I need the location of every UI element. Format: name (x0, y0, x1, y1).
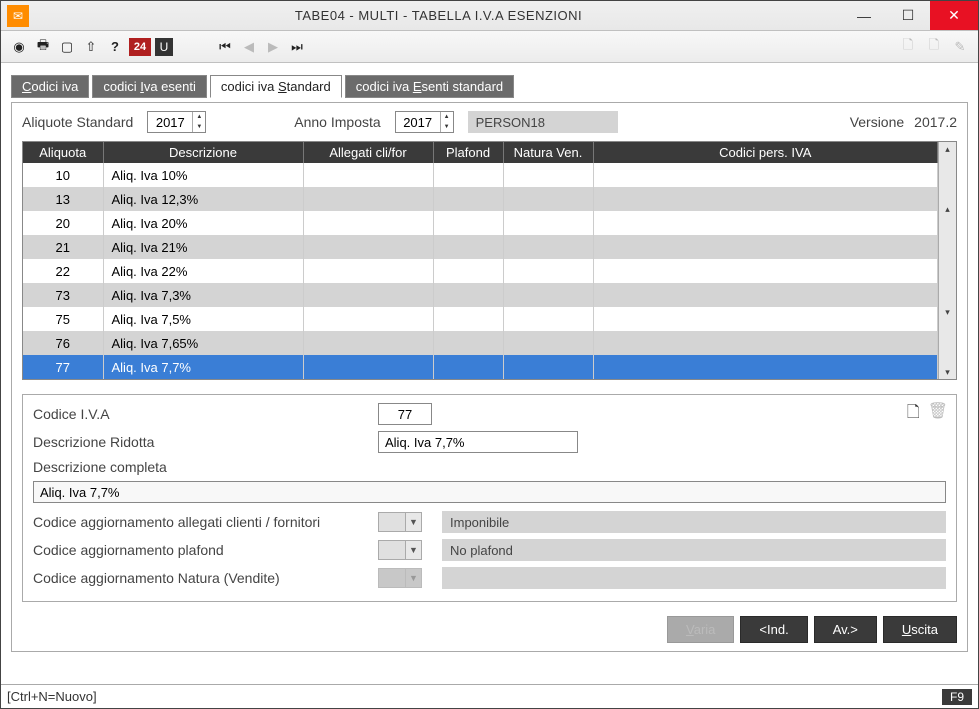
doc2-icon: 🗋 (924, 37, 944, 57)
tab-codici-iva-esenti[interactable]: codici Iva esenti (92, 75, 207, 98)
combo-natura: ▼ (378, 568, 422, 588)
col-allegati[interactable]: Allegati cli/for (303, 142, 433, 163)
plafond-result: No plafond (442, 539, 946, 561)
prev-record-icon[interactable]: ◀ (239, 37, 259, 57)
year-std-input[interactable] (148, 112, 192, 132)
chevron-down-icon[interactable]: ▼ (193, 122, 205, 132)
table-row[interactable]: 76Aliq. Iva 7,65% (23, 331, 938, 355)
label-descr-completa: Descrizione completa (33, 459, 167, 475)
iva-grid[interactable]: Aliquota Descrizione Allegati cli/for Pl… (23, 142, 938, 379)
doc1-icon: 🗋 (898, 37, 918, 57)
av-button[interactable]: Av.> (814, 616, 877, 643)
varia-button: Varia (667, 616, 734, 643)
folder-icon[interactable]: ▢ (57, 37, 77, 57)
person-field: PERSON18 (468, 111, 618, 133)
minimize-button[interactable]: — (842, 1, 886, 30)
uscita-button[interactable]: Uscita (883, 616, 957, 643)
scroll-up-icon[interactable]: ▴ (945, 204, 950, 214)
first-record-icon[interactable]: ⏮ (215, 37, 235, 57)
grid-side-scroll[interactable]: ▴ ▴ ▾ ▾ (938, 142, 956, 379)
edit-icon: ✎ (950, 37, 970, 57)
label-anno-imposta: Anno Imposta (294, 114, 380, 130)
tab-codici-iva-standard[interactable]: codici iva Standard (210, 75, 342, 98)
table-row[interactable]: 13Aliq. Iva 12,3% (23, 187, 938, 211)
version-value: 2017.2 (914, 114, 957, 130)
label-descr-ridotta: Descrizione Ridotta (33, 434, 368, 450)
label-aliquote-standard: Aliquote Standard (22, 114, 133, 130)
main-panel: Aliquote Standard ▲▼ Anno Imposta ▲▼ PER… (11, 102, 968, 652)
table-row[interactable]: 75Aliq. Iva 7,5% (23, 307, 938, 331)
scroll-top-icon[interactable]: ▴ (945, 144, 950, 154)
label-cod-natura: Codice aggiornamento Natura (Vendite) (33, 570, 368, 586)
table-row[interactable]: 22Aliq. Iva 22% (23, 259, 938, 283)
year-imp-spinner[interactable]: ▲▼ (395, 111, 454, 133)
camera-icon[interactable]: ◉ (9, 37, 29, 57)
help-icon[interactable]: ? (105, 37, 125, 57)
next-record-icon[interactable]: ▶ (263, 37, 283, 57)
window-title: TABE04 - MULTI - TABELLA I.V.A ESENZIONI (35, 8, 842, 23)
detail-panel: 🗋 🗑 Codice I.V.A Descrizione Ridotta Des… (22, 394, 957, 602)
status-bar: [Ctrl+N=Nuovo] F9 (1, 684, 978, 708)
year-imp-input[interactable] (396, 112, 440, 132)
chevron-up-icon[interactable]: ▲ (441, 112, 453, 122)
tab-codici-iva-esenti-standard[interactable]: codici iva Esenti standard (345, 75, 514, 98)
chevron-down-icon[interactable]: ▼ (441, 122, 453, 132)
chevron-down-icon[interactable]: ▼ (406, 540, 422, 560)
scroll-down-icon[interactable]: ▾ (945, 307, 950, 317)
label-codice-iva: Codice I.V.A (33, 406, 368, 422)
table-row[interactable]: 73Aliq. Iva 7,3% (23, 283, 938, 307)
label-cod-plafond: Codice aggiornamento plafond (33, 542, 368, 558)
titlebar: ✉ TABE04 - MULTI - TABELLA I.V.A ESENZIO… (1, 1, 978, 31)
delete-record-icon: 🗑 (928, 401, 948, 428)
tab-codici-iva[interactable]: Codici iva (11, 75, 89, 98)
badge-24[interactable]: 24 (129, 38, 151, 56)
maximize-button[interactable]: ☐ (886, 1, 930, 30)
table-row[interactable]: 77Aliq. Iva 7,7% (23, 355, 938, 379)
table-row[interactable]: 20Aliq. Iva 20% (23, 211, 938, 235)
grid-wrap: Aliquota Descrizione Allegati cli/for Pl… (22, 141, 957, 380)
app-icon: ✉ (7, 5, 29, 27)
util-icon[interactable]: U (155, 38, 173, 56)
last-record-icon[interactable]: ⏭ (287, 37, 307, 57)
col-plafond[interactable]: Plafond (433, 142, 503, 163)
filter-row: Aliquote Standard ▲▼ Anno Imposta ▲▼ PER… (22, 111, 957, 133)
ind-button[interactable]: <Ind. (740, 616, 807, 643)
toolbar: ◉ 🖶 ▢ ⇧ ? 24 U ⏮ ◀ ▶ ⏭ 🗋 🗋 ✎ (1, 31, 978, 63)
table-row[interactable]: 10Aliq. Iva 10% (23, 163, 938, 187)
chevron-down-icon[interactable]: ▼ (406, 512, 422, 532)
col-aliquota[interactable]: Aliquota (23, 142, 103, 163)
scroll-bottom-icon[interactable]: ▾ (945, 367, 950, 377)
upload-icon[interactable]: ⇧ (81, 37, 101, 57)
descr-ridotta-input[interactable] (378, 431, 578, 453)
label-cod-allegati: Codice aggiornamento allegati clienti / … (33, 514, 368, 530)
combo-plafond[interactable]: ▼ (378, 540, 422, 560)
tab-bar: Codici iva codici Iva esenti codici iva … (11, 75, 968, 98)
grid-header: Aliquota Descrizione Allegati cli/for Pl… (23, 142, 938, 163)
codice-iva-input[interactable] (378, 403, 432, 425)
print-icon[interactable]: 🖶 (33, 37, 53, 57)
year-std-spinner[interactable]: ▲▼ (147, 111, 206, 133)
allegati-result: Imponibile (442, 511, 946, 533)
natura-result (442, 567, 946, 589)
combo-allegati[interactable]: ▼ (378, 512, 422, 532)
table-row[interactable]: 21Aliq. Iva 21% (23, 235, 938, 259)
bottom-buttons: Varia <Ind. Av.> Uscita (22, 616, 957, 643)
col-natura[interactable]: Natura Ven. (503, 142, 593, 163)
chevron-up-icon[interactable]: ▲ (193, 112, 205, 122)
col-descrizione[interactable]: Descrizione (103, 142, 303, 163)
chevron-down-icon: ▼ (406, 568, 422, 588)
status-f9[interactable]: F9 (942, 689, 972, 705)
descr-completa-input[interactable] (33, 481, 946, 503)
new-record-icon[interactable]: 🗋 (907, 401, 920, 428)
status-left: [Ctrl+N=Nuovo] (7, 689, 97, 704)
label-versione: Versione (850, 114, 904, 130)
close-button[interactable]: ✕ (930, 1, 978, 30)
col-codici-pers[interactable]: Codici pers. IVA (593, 142, 938, 163)
